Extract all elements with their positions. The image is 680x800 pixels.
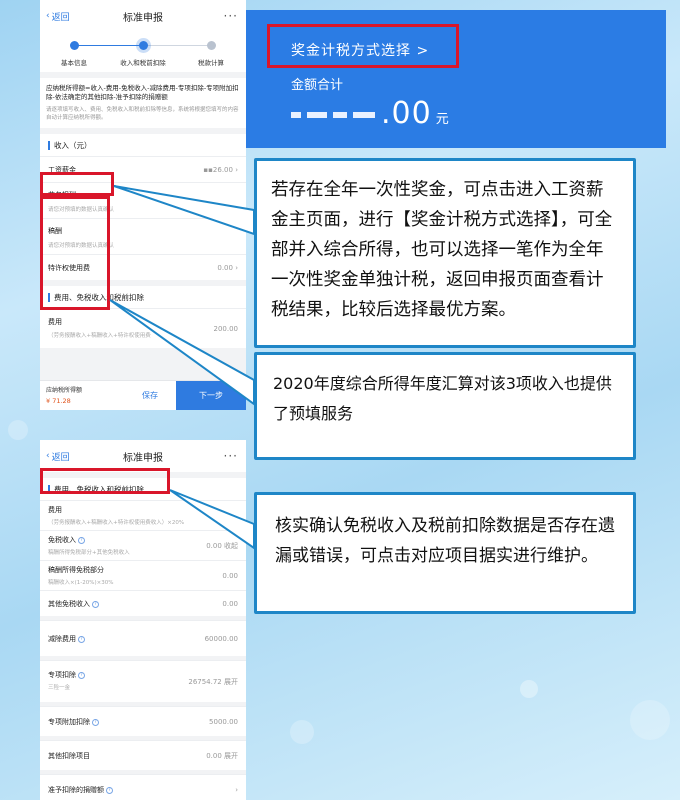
callout-prefill-service: 2020年度综合所得年度汇算对该3项收入也提供了预填服务 <box>254 352 636 460</box>
pointer-salary <box>113 185 255 236</box>
pointer-deduction <box>169 489 255 550</box>
callout-verify-deductions: 核实确认免税收入及税前扣除数据是否存在遗漏或错误，可点击对应项目据实进行维护。 <box>254 492 636 614</box>
pointer-prefilled <box>109 299 255 406</box>
callout-bonus-method: 若存在全年一次性奖金，可点击进入工资薪金主页面，进行【奖金计税方式选择】，可全部… <box>254 158 636 348</box>
